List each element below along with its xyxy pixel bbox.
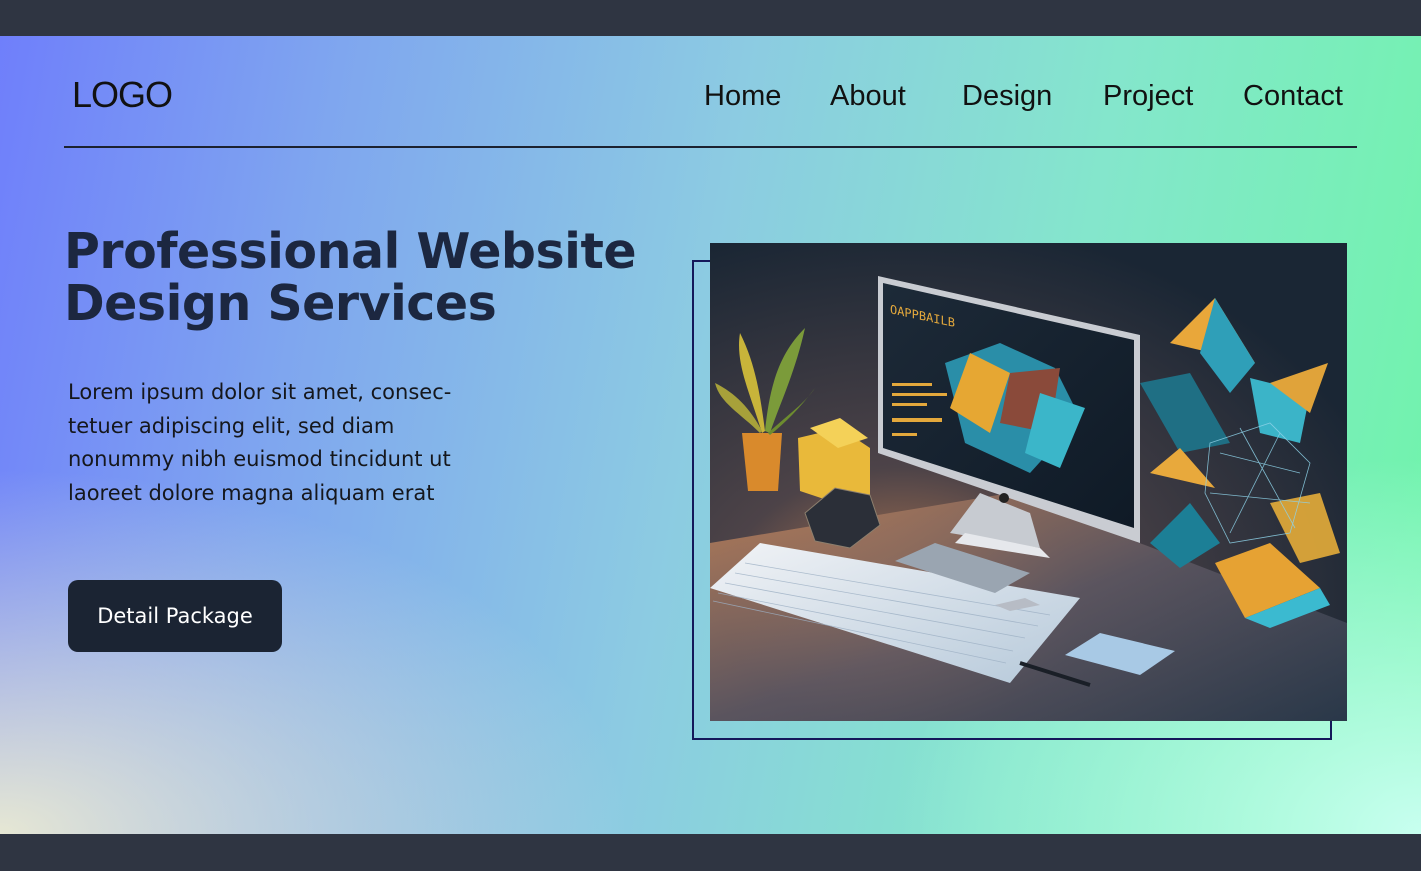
main-nav: Home About Design Project Contact	[0, 80, 1421, 120]
nav-about[interactable]: About	[830, 80, 906, 113]
top-bar	[0, 0, 1421, 36]
landing-page: LOGO Home About Design Project Contact P…	[0, 36, 1421, 834]
header-divider	[64, 146, 1357, 148]
nav-home[interactable]: Home	[704, 80, 781, 113]
hero-title-line2: Design Services	[64, 275, 497, 332]
detail-package-button[interactable]: Detail Package	[68, 580, 282, 652]
bottom-bar	[0, 834, 1421, 871]
hero-description: Lorem ipsum dolor sit amet, consec-tetue…	[68, 380, 452, 505]
hero-title: Professional Website Design Services	[64, 226, 664, 330]
nav-project[interactable]: Project	[1103, 80, 1193, 113]
hero-title-line1: Professional Website	[64, 223, 637, 280]
nav-design[interactable]: Design	[962, 80, 1052, 113]
nav-contact[interactable]: Contact	[1243, 80, 1343, 113]
hero-illustration: OAPPBAILB	[710, 243, 1347, 721]
